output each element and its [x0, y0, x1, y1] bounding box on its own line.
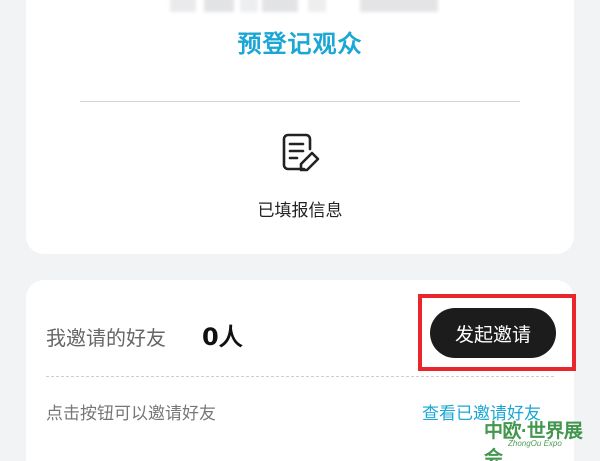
mask-block: [170, 0, 196, 12]
preregister-title: 预登记观众: [237, 30, 363, 58]
divider: [80, 101, 520, 102]
invited-friends-label: 我邀请的好友: [46, 326, 166, 350]
invited-friends-count: 0人: [202, 323, 243, 351]
masked-personal-info: [26, 0, 574, 12]
visitor-info-card: 预登记观众 已填报信息: [26, 0, 574, 254]
invite-hint: 点击按钮可以邀请好友: [46, 404, 216, 424]
mask-block: [308, 0, 326, 12]
watermark-subtext: ZhongOu Expo: [508, 439, 562, 448]
dashed-divider: [46, 376, 554, 377]
page: 预登记观众 已填报信息 我邀请的好友 0人 发起邀请 点击按钮可以邀请好友 查看…: [0, 0, 600, 461]
mask-block: [204, 0, 234, 12]
edit-document-icon[interactable]: [278, 131, 322, 175]
filled-info-label[interactable]: 已填报信息: [26, 196, 574, 221]
watermark-logo: 中欧·世界展会 ZhongOu Expo: [478, 412, 598, 461]
mask-block: [360, 0, 438, 12]
mask-block: [262, 0, 298, 12]
send-invite-button[interactable]: 发起邀请: [430, 308, 556, 358]
mask-block: [240, 0, 258, 12]
